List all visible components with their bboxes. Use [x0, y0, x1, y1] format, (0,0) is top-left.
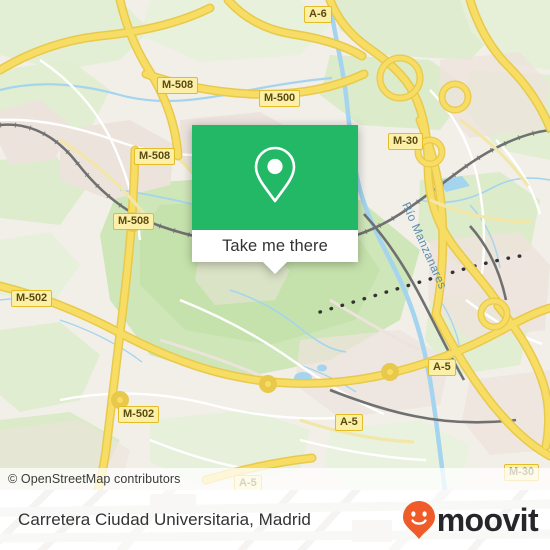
popup-icon-area [192, 125, 358, 230]
take-me-there-popup[interactable]: Take me there [192, 125, 358, 274]
map-pin-icon [251, 145, 299, 210]
moovit-place-card: A-6 M-508 M-500 M-508 M-30 M-508 M-502 A-5 M-502… [0, 0, 550, 550]
moovit-wordmark: moovit [436, 502, 539, 538]
moovit-logo[interactable]: moovit [402, 500, 539, 540]
water-label: Río Manzanares [399, 200, 450, 291]
attribution-text: © OpenStreetMap contributors [8, 472, 181, 486]
take-me-there-label: Take me there [222, 236, 328, 255]
moovit-smiley-pin-icon [402, 500, 436, 540]
footer-content: Carretera Ciudad Universitaria, Madrid m… [0, 490, 550, 550]
map-attribution: © OpenStreetMap contributors [0, 468, 550, 490]
water-label-text: Río Manzanares [399, 200, 451, 292]
footer-bar: Carretera Ciudad Universitaria, Madrid m… [0, 490, 550, 550]
popup-pointer [263, 262, 287, 274]
place-title: Carretera Ciudad Universitaria, Madrid [18, 510, 311, 529]
take-me-there-button[interactable]: Take me there [192, 230, 358, 262]
